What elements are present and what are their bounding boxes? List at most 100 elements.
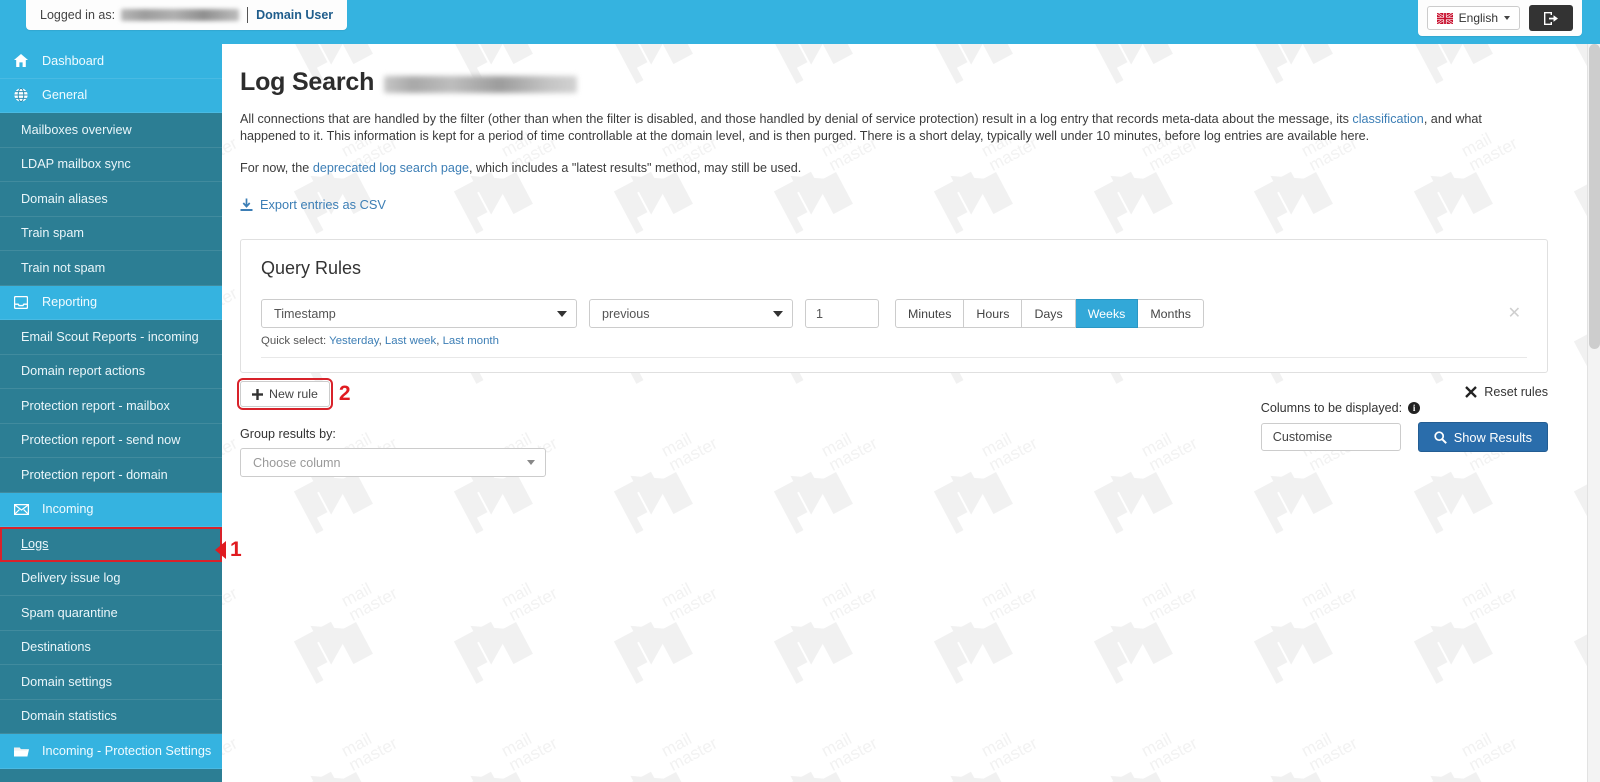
rule-operator-select[interactable]: previous [589, 299, 793, 328]
time-unit-label: Days [1034, 306, 1063, 321]
sidebar-item-label: Email Scout Reports - incoming [21, 329, 199, 344]
sidebar-item-incoming-protection-settings[interactable]: Incoming - Protection Settings [0, 734, 222, 769]
sidebar-item-domain-aliases[interactable]: Domain aliases [0, 182, 222, 217]
quick-select-last-week[interactable]: Last week [385, 335, 436, 347]
sidebar-item-protection-report-domain[interactable]: Protection report - domain [0, 458, 222, 493]
page-title-text: Log Search [240, 68, 375, 96]
sidebar-item-label: Incoming [42, 502, 94, 517]
time-unit-days[interactable]: Days [1022, 299, 1076, 328]
columns-label-row: Columns to be displayed: i [1260, 401, 1421, 415]
arrow-left-icon [215, 541, 226, 559]
sidebar-item-label: Mailboxes overview [21, 122, 132, 137]
query-rules-panel: Query Rules Timestamp previous Minutes Ho… [240, 239, 1548, 373]
top-right-controls: English [1417, 0, 1582, 36]
sidebar-item-domain-report-actions[interactable]: Domain report actions [0, 354, 222, 389]
page-title: Log Search [240, 68, 1550, 97]
query-rules-heading: Query Rules [261, 258, 362, 278]
classification-link[interactable]: classification [1352, 112, 1423, 126]
rule-column-select[interactable]: Timestamp [261, 299, 577, 328]
sidebar-item-label: Train not spam [21, 260, 106, 275]
quick-select-last-month[interactable]: Last month [443, 335, 499, 347]
new-rule-button[interactable]: New rule [237, 378, 333, 410]
x-icon [1465, 386, 1478, 398]
sidebar-item-label: Spam quarantine [21, 605, 118, 620]
logged-in-pill: Logged in as: Domain User [26, 0, 348, 30]
language-label: English [1458, 11, 1498, 25]
divider [247, 7, 249, 23]
time-unit-weeks[interactable]: Weeks [1075, 299, 1139, 328]
logout-icon [1543, 11, 1558, 25]
description-part-1: All connections that are handled by the … [240, 112, 1353, 126]
search-icon [1434, 430, 1447, 444]
sidebar-item-label: LDAP mailbox sync [21, 157, 131, 172]
sidebar-item-mailboxes-overview[interactable]: Mailboxes overview [0, 113, 222, 148]
chevron-down-icon [773, 310, 783, 317]
time-unit-label: Months [1150, 306, 1191, 321]
plus-icon [252, 388, 263, 400]
customise-value: Customise [1272, 430, 1333, 444]
sidebar-item-label: Logs [21, 536, 49, 551]
sidebar-item-dashboard[interactable]: Dashboard [0, 44, 222, 79]
language-selector[interactable]: English [1426, 6, 1520, 30]
panel-divider [261, 357, 1527, 358]
sidebar-item-domain-statistics[interactable]: Domain statistics [0, 699, 222, 734]
query-actions: New rule 2 Reset rules Group results by:… [237, 378, 1548, 477]
show-results-button[interactable]: Show Results [1417, 422, 1548, 452]
envelope-icon [13, 503, 29, 515]
quick-select-yesterday[interactable]: Yesterday [329, 335, 378, 347]
chevron-down-icon [527, 460, 535, 465]
sidebar-item-label: Domain settings [21, 674, 112, 689]
page-description: All connections that are handled by the … [240, 111, 1485, 145]
folder-icon [13, 745, 29, 757]
time-unit-label: Weeks [1087, 306, 1126, 321]
sidebar-item-label: Protection report - send now [21, 433, 181, 448]
reset-rules-label: Reset rules [1484, 385, 1548, 399]
sidebar-item-reporting[interactable]: Reporting [0, 285, 222, 320]
page-scrollbar[interactable] [1587, 44, 1600, 782]
quick-select-row: Quick select: Yesterday, Last week, Last… [261, 335, 1527, 347]
time-unit-hours[interactable]: Hours [964, 299, 1023, 328]
sidebar-item-label: Delivery issue log [21, 571, 121, 586]
display-control-row: Customise Show Results [1260, 422, 1548, 452]
sidebar-item-ldap-mailbox-sync[interactable]: LDAP mailbox sync [0, 147, 222, 182]
sidebar-item-logs[interactable]: Logs [0, 527, 222, 562]
time-unit-label: Hours [976, 306, 1010, 321]
sidebar-item-delivery-issue-log[interactable]: Delivery issue log [0, 561, 222, 596]
time-unit-label: Minutes [908, 306, 952, 321]
sidebar-item-label: Reporting [42, 295, 98, 310]
columns-label: Columns to be displayed: [1260, 401, 1403, 415]
sidebar-item-spam-quarantine[interactable]: Spam quarantine [0, 596, 222, 631]
download-icon [240, 198, 253, 211]
export-csv-button[interactable]: Export entries as CSV [240, 197, 1550, 212]
sidebar-item-train-spam[interactable]: Train spam [0, 216, 222, 251]
customise-columns-select[interactable]: Customise [1260, 423, 1401, 451]
show-results-label: Show Results [1453, 429, 1532, 445]
info-icon[interactable]: i [1408, 402, 1421, 414]
time-unit-months[interactable]: Months [1138, 299, 1204, 328]
sidebar-item-domain-settings[interactable]: Domain settings [0, 665, 222, 700]
sidebar-item-label: Protection report - domain [21, 467, 168, 482]
export-csv-label: Export entries as CSV [260, 197, 386, 212]
sidebar-item-label: Train spam [21, 226, 84, 241]
quick-select-label: Quick select: [261, 335, 330, 347]
sidebar-item-email-scout-reports-incoming[interactable]: Email Scout Reports - incoming [0, 320, 222, 355]
deprecated-log-search-link[interactable]: deprecated log search page [313, 161, 469, 175]
deprecated-suffix: , which includes a "latest results" meth… [468, 161, 802, 175]
sidebar-item-label: Destinations [21, 640, 91, 655]
sidebar-item-train-not-spam[interactable]: Train not spam [0, 251, 222, 286]
scrollbar-thumb[interactable] [1589, 44, 1600, 349]
remove-rule-button[interactable]: ✕ [1508, 305, 1521, 322]
sidebar-item-destinations[interactable]: Destinations [0, 630, 222, 665]
rule-value-input[interactable] [805, 299, 879, 328]
sidebar-item-protection-report-send-now[interactable]: Protection report - send now [0, 423, 222, 458]
chevron-down-icon [557, 310, 567, 317]
rule-operator-value: previous [602, 306, 650, 321]
logout-button[interactable] [1529, 5, 1573, 31]
time-unit-minutes[interactable]: Minutes [895, 299, 965, 328]
sidebar-item-protection-report-mailbox[interactable]: Protection report - mailbox [0, 389, 222, 424]
reset-rules-button[interactable]: Reset rules [1465, 385, 1548, 399]
sidebar-item-incoming[interactable]: Incoming [0, 492, 222, 527]
query-rule-row: Timestamp previous Minutes Hours Days Weeks… [261, 299, 1527, 328]
sidebar-item-general[interactable]: General [0, 78, 222, 113]
group-results-select[interactable]: Choose column [240, 448, 546, 477]
